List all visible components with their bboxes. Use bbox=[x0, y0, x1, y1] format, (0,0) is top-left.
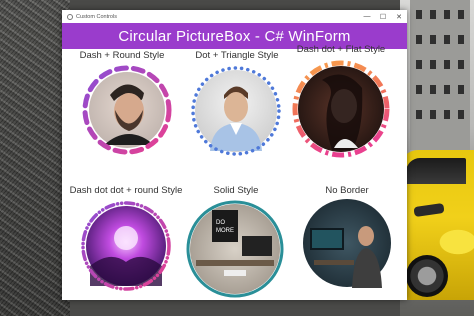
minimize-button[interactable]: — bbox=[359, 10, 375, 23]
circular-picturebox-dot-triangle[interactable] bbox=[190, 65, 282, 157]
svg-text:DO: DO bbox=[216, 220, 225, 226]
label-dashdotdot-round: Dash dot dot + round Style bbox=[69, 185, 183, 196]
app-icon bbox=[67, 13, 73, 20]
label-dash-round: Dash + Round Style bbox=[79, 50, 165, 61]
circular-picturebox-dashdotdot-round[interactable] bbox=[80, 200, 172, 292]
car-wheel bbox=[406, 255, 448, 297]
app-window: Custom Controls — ☐ ✕ Circular PictureBo… bbox=[62, 10, 407, 300]
desktop-wallpaper-left bbox=[0, 0, 70, 316]
label-solid: Solid Style bbox=[213, 185, 259, 196]
circular-picturebox-dash-round[interactable] bbox=[82, 65, 172, 155]
circular-picturebox-dashdot-flat[interactable] bbox=[292, 60, 390, 158]
label-no-border: No Border bbox=[325, 185, 369, 196]
circular-picturebox-solid[interactable]: DO MORE bbox=[186, 200, 284, 298]
label-dot-triangle: Dot + Triangle Style bbox=[195, 50, 279, 61]
header-title: Circular PictureBox - C# WinForm bbox=[118, 27, 351, 45]
maximize-button[interactable]: ☐ bbox=[375, 10, 391, 23]
title-bar[interactable]: Custom Controls — ☐ ✕ bbox=[62, 10, 407, 23]
window-title: Custom Controls bbox=[76, 13, 117, 20]
desktop-wallpaper-right bbox=[400, 0, 474, 316]
close-button[interactable]: ✕ bbox=[391, 10, 407, 23]
label-dashdot-flat: Dash dot + Flat Style bbox=[296, 44, 386, 55]
circular-picturebox-no-border[interactable] bbox=[302, 198, 392, 288]
svg-text:MORE: MORE bbox=[216, 228, 234, 234]
